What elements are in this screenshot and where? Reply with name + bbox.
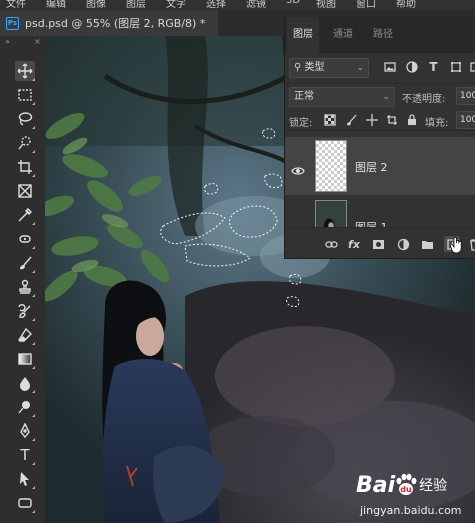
menu-bar: 文件 编辑 图像 图层 文字 选择 滤镜 3D 视图 窗口 帮助 (0, 0, 475, 10)
menu-3d[interactable]: 3D (286, 0, 300, 6)
menu-file[interactable]: 文件 (6, 0, 26, 10)
tab-layers[interactable]: 图层 (287, 17, 319, 53)
chevron-down-icon: ⌄ (382, 92, 390, 102)
chevron-down-icon: ⌄ (356, 63, 364, 73)
brush-tool-icon[interactable] (15, 253, 35, 273)
paw-logo-icon: du (396, 473, 417, 495)
blend-mode-dropdown[interactable]: 正常 ⌄ (289, 87, 395, 107)
adjustment-filter-icon[interactable] (405, 60, 418, 73)
opacity-input[interactable]: 100 (456, 87, 475, 105)
type-filter-icon[interactable]: T (427, 60, 440, 74)
menu-view[interactable]: 视图 (316, 0, 336, 10)
layer-row[interactable]: 图层 2 (285, 137, 475, 195)
opacity-label: 不透明度: (402, 94, 446, 105)
layers-panel: 图层 通道 路径 ⚲ 类型 ⌄ T 正常 ⌄ 不透明度: 100 锁定: (284, 17, 475, 259)
hand-cursor-icon (450, 236, 462, 254)
adjustment-icon[interactable] (395, 236, 411, 252)
gradient-tool-icon[interactable] (15, 349, 35, 369)
lock-label: 锁定: (289, 118, 313, 129)
menu-help[interactable]: 帮助 (396, 0, 416, 10)
pen-tool-icon[interactable] (15, 421, 35, 441)
menu-layer[interactable]: 图层 (126, 0, 146, 10)
fill-input[interactable]: 100 (456, 111, 475, 129)
filter-kind-label: 类型 (304, 62, 325, 73)
menu-select[interactable]: 选择 (206, 0, 226, 10)
eyedropper-tool-icon[interactable] (15, 205, 35, 225)
folder-icon[interactable] (419, 236, 435, 252)
blend-row: 正常 ⌄ 不透明度: 100 (285, 83, 475, 107)
history-brush-tool-icon[interactable] (15, 301, 35, 321)
clone-stamp-tool-icon[interactable] (15, 277, 35, 297)
lasso-tool-icon[interactable] (15, 109, 35, 129)
path-selection-tool-icon[interactable] (15, 469, 35, 489)
fx-icon[interactable]: fx (346, 236, 362, 252)
rectangle-tool-icon[interactable] (15, 493, 35, 513)
link-icon[interactable] (323, 236, 339, 252)
menu-type[interactable]: 文字 (166, 0, 186, 10)
blend-mode-value: 正常 (294, 91, 314, 102)
lock-all-icon[interactable] (405, 113, 418, 126)
type-tool-glyph: T (20, 445, 30, 464)
quick-select-tool-icon[interactable] (15, 133, 35, 153)
lock-transparent-pixels-icon[interactable] (323, 113, 336, 126)
tab-channels[interactable]: 通道 (327, 17, 359, 53)
menu-edit[interactable]: 编辑 (46, 0, 66, 10)
menu-window[interactable]: 窗口 (356, 0, 376, 10)
tools-panel: » × T (0, 36, 45, 523)
watermark-brand-suffix: 经验 (419, 478, 448, 494)
eraser-tool-icon[interactable] (15, 325, 35, 345)
layer-name[interactable]: 图层 2 (355, 159, 388, 175)
fill-label: 填充: (425, 118, 449, 129)
filter-kind-dropdown[interactable]: ⚲ 类型 ⌄ (289, 58, 369, 78)
mask-icon[interactable] (370, 236, 386, 252)
collapse-icon[interactable]: » (5, 37, 10, 46)
menu-filter[interactable]: 滤镜 (246, 0, 266, 10)
lock-artboard-icon[interactable] (385, 113, 398, 126)
crop-tool-icon[interactable] (15, 157, 35, 177)
image-filter-icon[interactable] (383, 60, 396, 73)
tab-paths[interactable]: 路径 (367, 17, 399, 53)
layers-panel-tabs: 图层 通道 路径 (285, 17, 475, 53)
healing-brush-tool-icon[interactable] (15, 229, 35, 249)
tools-panel-header: » × (0, 36, 45, 46)
document-tab[interactable]: Ps psd.psd @ 55% (图层 2, RGB/8) * (0, 10, 218, 36)
shape-filter-icon[interactable] (449, 60, 462, 73)
blur-tool-icon[interactable] (15, 373, 35, 393)
layer-filter-row: ⚲ 类型 ⌄ T (285, 57, 475, 79)
lock-position-icon[interactable] (365, 113, 378, 126)
watermark-brand: Bai (356, 472, 396, 498)
ps-icon: Ps (6, 16, 19, 30)
smart-object-filter-icon[interactable] (469, 60, 475, 73)
layers-panel-footer: fx (285, 227, 475, 258)
trash-icon[interactable] (466, 236, 475, 252)
svg-text:du: du (400, 485, 412, 494)
marquee-tool-icon[interactable] (15, 85, 35, 105)
search-icon: ⚲ (294, 62, 302, 73)
baidu-jingyan-watermark: Bai du 经验 jingyan.baidu.com (352, 470, 475, 523)
document-title: psd.psd @ 55% (图层 2, RGB/8) * (25, 17, 206, 30)
watermark-url: jingyan.baidu.com (360, 504, 462, 517)
lock-image-pixels-icon[interactable] (345, 113, 358, 126)
dodge-tool-icon[interactable] (15, 397, 35, 417)
eye-icon[interactable] (291, 161, 305, 175)
layer-thumbnail (315, 140, 347, 192)
move-tool-icon[interactable] (15, 61, 35, 81)
type-tool-icon[interactable]: T (15, 445, 35, 465)
lock-row: 锁定: 填充: 100 (285, 109, 475, 131)
close-icon[interactable]: × (34, 37, 41, 46)
frame-tool-icon[interactable] (15, 181, 35, 201)
menu-image[interactable]: 图像 (86, 0, 106, 10)
